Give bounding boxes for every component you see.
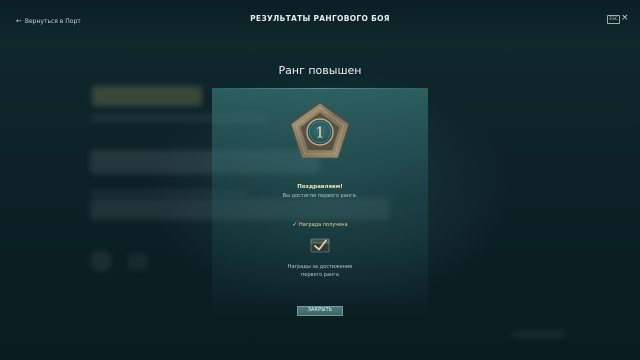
reward-status: ✓ Награда получена xyxy=(0,221,640,228)
reward-container-icon xyxy=(310,238,330,253)
esc-key-hint[interactable]: ESC xyxy=(607,15,620,24)
close-icon[interactable]: × xyxy=(621,13,629,23)
page-title: РЕЗУЛЬТАТЫ РАНГОВОГО БОЯ xyxy=(250,14,390,23)
reward-description: Награды за достижение первого ранга xyxy=(270,263,370,279)
close-button[interactable]: ЗАКРЫТЬ xyxy=(297,306,343,316)
top-bar: ← Вернуться в Порт РЕЗУЛЬТАТЫ РАНГОВОГО … xyxy=(0,0,640,40)
bg-blur-icon xyxy=(128,254,148,270)
title-divider xyxy=(212,88,428,89)
rank-number: 1 xyxy=(315,124,325,142)
congrats-title: Поздравляем! xyxy=(297,184,343,190)
reward-description-line: первого ранга xyxy=(301,272,339,278)
rank-badge-icon: 1 xyxy=(290,102,350,159)
reward-description-line: Награды за достижение xyxy=(287,264,353,270)
congrats-text: Вы достигли первого ранга. xyxy=(282,193,358,199)
bg-blur-title xyxy=(92,86,202,106)
bg-blur-text xyxy=(512,330,566,338)
checkmark-icon: ✓ xyxy=(292,221,298,228)
reward-status-label: Награда получена xyxy=(298,222,348,228)
bg-blur-icon xyxy=(90,250,112,272)
rank-up-title: Ранг повышен xyxy=(278,64,362,77)
